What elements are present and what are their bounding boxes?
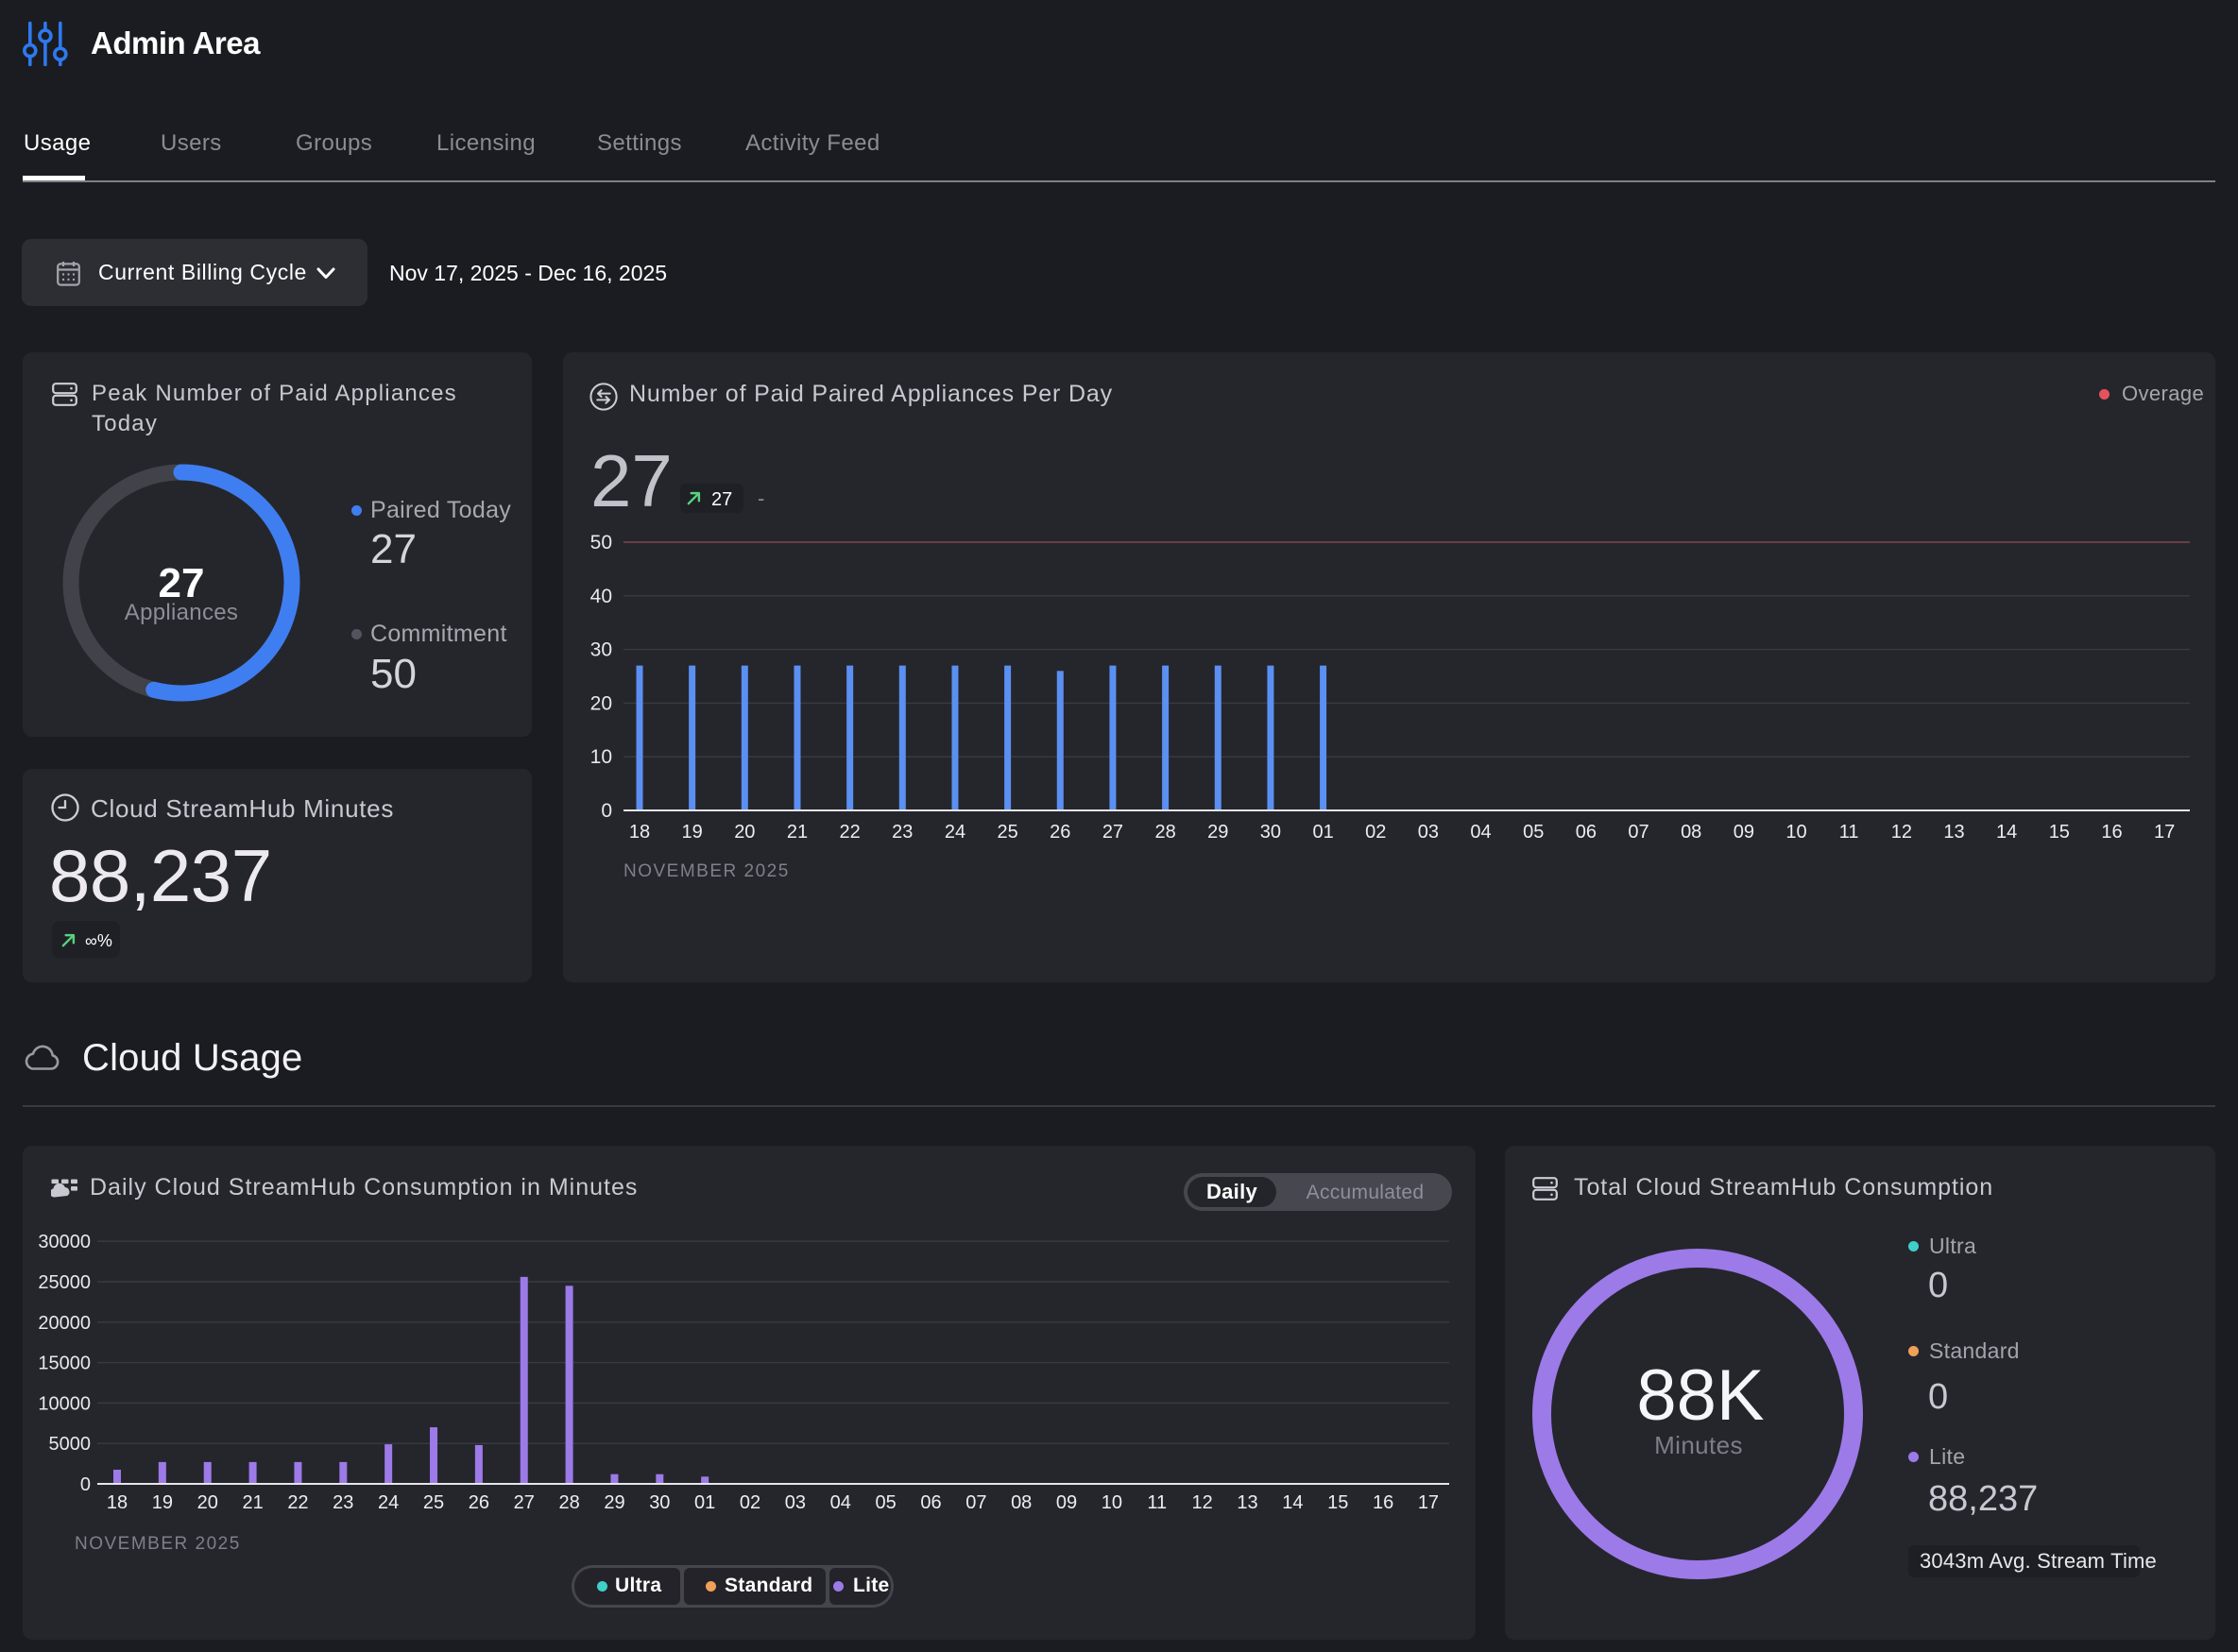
svg-text:01: 01 [694,1492,715,1513]
svg-text:04: 04 [830,1492,851,1513]
svg-text:07: 07 [1628,822,1649,843]
svg-text:27: 27 [514,1492,535,1513]
svg-text:NOVEMBER 2025: NOVEMBER 2025 [624,861,790,881]
svg-text:14: 14 [1996,822,2017,843]
svg-text:15000: 15000 [38,1354,91,1374]
svg-text:11: 11 [1147,1492,1167,1513]
svg-text:09: 09 [1056,1492,1077,1513]
svg-text:08: 08 [1681,822,1701,843]
svg-text:23: 23 [333,1492,353,1513]
svg-text:30: 30 [649,1492,670,1513]
svg-text:24: 24 [378,1492,399,1513]
svg-text:29: 29 [604,1492,624,1513]
svg-text:06: 06 [1576,822,1597,843]
svg-text:23: 23 [892,822,913,843]
svg-text:18: 18 [107,1492,128,1513]
svg-text:27: 27 [1102,822,1123,843]
svg-text:20: 20 [197,1492,218,1513]
svg-text:12: 12 [1891,822,1912,843]
svg-text:50: 50 [590,532,612,554]
svg-text:10: 10 [590,746,612,768]
svg-text:02: 02 [1365,822,1386,843]
svg-text:22: 22 [287,1492,308,1513]
svg-text:29: 29 [1207,822,1228,843]
svg-text:30: 30 [1260,822,1281,843]
svg-text:30: 30 [590,639,612,661]
svg-text:17: 17 [1418,1492,1439,1513]
svg-text:30000: 30000 [38,1232,91,1252]
svg-text:18: 18 [629,822,650,843]
svg-text:05: 05 [875,1492,896,1513]
svg-text:06: 06 [920,1492,941,1513]
svg-text:13: 13 [1237,1492,1257,1513]
svg-text:19: 19 [682,822,703,843]
svg-text:15: 15 [1327,1492,1348,1513]
svg-text:02: 02 [740,1492,760,1513]
svg-text:28: 28 [558,1492,579,1513]
svg-text:25: 25 [423,1492,444,1513]
svg-text:40: 40 [590,586,612,607]
svg-text:21: 21 [242,1492,263,1513]
svg-text:10: 10 [1102,1492,1122,1513]
svg-text:0: 0 [80,1474,91,1495]
svg-text:03: 03 [1418,822,1439,843]
svg-text:16: 16 [2101,822,2122,843]
svg-text:09: 09 [1734,822,1754,843]
svg-text:5000: 5000 [49,1434,92,1455]
svg-text:16: 16 [1373,1492,1393,1513]
svg-text:13: 13 [1943,822,1964,843]
svg-text:28: 28 [1154,822,1175,843]
svg-text:20: 20 [734,822,755,843]
svg-text:0: 0 [601,800,612,822]
svg-text:25: 25 [997,822,1017,843]
svg-text:11: 11 [1839,822,1859,843]
svg-text:15: 15 [2049,822,2070,843]
svg-text:10: 10 [1785,822,1806,843]
svg-text:26: 26 [469,1492,489,1513]
svg-text:20000: 20000 [38,1313,91,1334]
svg-text:07: 07 [965,1492,986,1513]
svg-text:17: 17 [2154,822,2175,843]
svg-text:NOVEMBER 2025: NOVEMBER 2025 [75,1534,241,1554]
svg-text:26: 26 [1050,822,1070,843]
svg-text:25000: 25000 [38,1272,91,1293]
svg-text:24: 24 [945,822,965,843]
svg-text:08: 08 [1011,1492,1032,1513]
svg-text:14: 14 [1282,1492,1303,1513]
svg-text:22: 22 [840,822,861,843]
svg-text:20: 20 [590,692,612,714]
svg-text:05: 05 [1523,822,1544,843]
svg-text:10000: 10000 [38,1393,91,1414]
svg-text:19: 19 [152,1492,173,1513]
svg-text:03: 03 [785,1492,806,1513]
svg-text:21: 21 [787,822,808,843]
svg-text:04: 04 [1470,822,1491,843]
svg-text:12: 12 [1192,1492,1213,1513]
svg-text:01: 01 [1312,822,1333,843]
